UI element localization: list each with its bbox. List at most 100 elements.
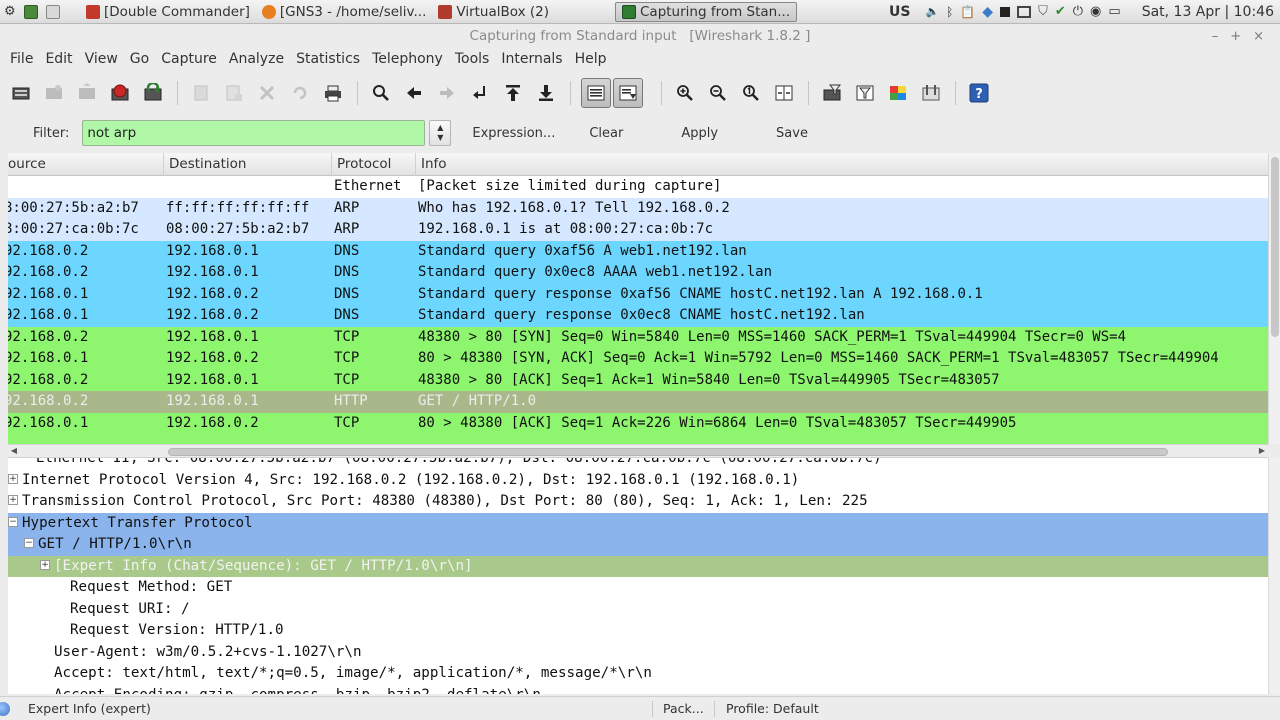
menu-file[interactable]: File [8,51,39,67]
start-capture-button[interactable] [74,80,100,106]
clock[interactable]: Sat, 13 Apr | 10:46 [1142,4,1274,20]
interface-list-button[interactable] [8,80,34,106]
collapse-icon[interactable]: − [8,516,18,527]
packet-row[interactable]: 92.168.0.1 192.168.0.2 TCP 80 > 48380 [ACK]… [8,412,1268,434]
resize-columns-button[interactable] [771,80,797,106]
detail-tree-item[interactable]: + Internet Protocol Version 4, Src: 192.1… [8,469,1268,491]
detail-tree-item[interactable]: Accept: text/html, text/*;q=0.5, image/*… [8,663,1268,685]
packet-row[interactable]: 92.168.0.2 192.168.0.1 DNS Standard query 0… [8,240,1268,262]
expert-info-icon[interactable] [0,702,10,716]
menu-statistics[interactable]: Statistics [290,51,366,67]
packet-row[interactable]: 92.168.0.2 192.168.0.1 TCP 48380 > 80 [ACK]… [8,369,1268,391]
settings-icon[interactable]: ⚙ [4,4,16,19]
detail-tree-item[interactable]: − GET / HTTP/1.0\r\n [8,534,1268,556]
detail-tree-item[interactable]: Accept-Encoding: gzip, compress, bzip, b… [8,684,1268,694]
menu-edit[interactable]: Edit [39,51,78,67]
task-gns3[interactable]: [GNS3 - /home/seliv... [256,2,432,22]
minimize-icon[interactable]: – [1212,29,1219,44]
menu-analyze[interactable]: Analyze [223,51,290,67]
packet-row-partial[interactable] [8,434,1268,444]
scroll-right-icon[interactable]: ▶ [1256,445,1268,457]
menu-internals[interactable]: Internals [495,51,568,67]
scrollbar-thumb[interactable] [168,448,1168,456]
display-filters-button[interactable] [852,80,878,106]
task-virtualbox[interactable]: VirtualBox (2) [432,2,555,22]
keyboard-layout[interactable]: US [889,4,910,20]
column-protocol[interactable]: Protocol [331,153,415,176]
packet-row[interactable]: 92.168.0.1 192.168.0.2 DNS Standard query r… [8,305,1268,327]
square-icon[interactable] [1000,6,1011,17]
find-packet-button[interactable] [368,80,394,106]
zoom-in-button[interactable] [672,80,698,106]
menu-telephony[interactable]: Telephony [366,51,449,67]
detail-tree-item[interactable]: User-Agent: w3m/0.5.2+cvs-1.1027\r\n [8,641,1268,663]
capture-filters-button[interactable] [819,80,845,106]
status-expert-info[interactable]: Expert Info (expert) [28,701,151,716]
packet-row[interactable]: Ethernet [Packet size limited during capt… [8,176,1268,198]
power-icon[interactable]: ⏻ [1073,4,1083,19]
expression-button[interactable]: Expression... [465,126,562,141]
menu-view[interactable]: View [79,51,124,67]
packet-row[interactable]: 92.168.0.1 192.168.0.2 DNS Standard query r… [8,283,1268,305]
capture-options-button[interactable] [41,80,67,106]
stop-capture-button[interactable] [107,80,133,106]
expand-icon[interactable]: + [8,495,18,505]
scrollbar-thumb[interactable] [1271,157,1279,337]
colorize-toggle[interactable] [581,78,611,108]
bluetooth-icon[interactable]: ᛒ [946,5,953,19]
monitor-icon[interactable] [1017,5,1032,18]
menu-go[interactable]: Go [124,51,155,67]
window-list-icon[interactable] [45,4,60,19]
expand-icon[interactable]: + [40,559,50,570]
packet-list-scrollbar[interactable] [1268,153,1280,444]
packet-list[interactable]: Ethernet [Packet size limited during capt… [8,176,1268,444]
save-file-button[interactable] [221,80,247,106]
packet-row[interactable]: 8:00:27:5b:a2:b7 ff:ff:ff:ff:ff:ff ARP Who … [8,197,1268,219]
filter-dropdown[interactable]: ▲ ▼ [429,120,452,146]
detail-tree-item[interactable]: Ethernet II, Src: 08:00:27:5b:a2:b7 (08:… [8,458,1268,470]
auto-scroll-toggle[interactable] [613,78,643,108]
detail-tree-item[interactable]: Request Method: GET [8,577,1268,599]
detail-tree-item[interactable]: + Transmission Control Protocol, Src Port… [8,491,1268,513]
detail-tree-item[interactable]: Request Version: HTTP/1.0 [8,620,1268,642]
packet-row[interactable]: 92.168.0.2 192.168.0.1 TCP 48380 > 80 [SYN]… [8,326,1268,348]
detail-tree-item[interactable]: Request URI: / [8,598,1268,620]
column-source[interactable]: ource [3,153,163,176]
network-icon[interactable]: ◉ [1090,4,1101,19]
apply-button[interactable]: Apply [674,126,725,141]
preferences-button[interactable] [918,80,944,106]
coloring-rules-button[interactable] [885,80,911,106]
clear-button[interactable]: Clear [582,126,630,141]
restart-capture-button[interactable] [140,80,166,106]
reload-button[interactable] [287,80,313,106]
save-button[interactable]: Save [769,126,815,141]
pane-splitter-scrollbar[interactable]: ◀ ▶ [8,444,1268,458]
battery-icon[interactable]: ▭ [1108,4,1120,19]
packet-details-tree[interactable]: Ethernet II, Src: 08:00:27:5b:a2:b7 (08:… [8,458,1268,694]
help-button[interactable]: ? [966,80,992,106]
task-double-commander[interactable]: [Double Commander] [80,2,256,22]
print-button[interactable] [320,80,346,106]
window-titlebar[interactable]: Capturing from Standard input [Wireshark… [8,24,1272,48]
task-wireshark[interactable]: Capturing from Stan... [615,1,798,22]
packet-row[interactable]: 92.168.0.2 192.168.0.1 DNS Standard query 0… [8,262,1268,284]
collapse-icon[interactable]: − [24,538,34,548]
go-to-packet-button[interactable] [467,80,493,106]
zoom-out-button[interactable] [705,80,731,106]
close-file-button[interactable] [254,80,280,106]
column-info[interactable]: Info [415,153,1268,176]
maximize-icon[interactable]: + [1230,29,1241,44]
expand-icon[interactable]: + [8,473,18,484]
open-file-button[interactable] [188,80,214,106]
packet-row[interactable]: 92.168.0.2 192.168.0.1 HTTP GET / HTTP/1.0 [8,391,1268,413]
terminal-icon[interactable] [23,4,38,19]
normal-size-button[interactable] [738,80,764,106]
dropbox-icon[interactable]: ◆ [982,4,993,20]
menu-help[interactable]: Help [569,51,613,67]
go-first-button[interactable] [500,80,526,106]
details-scrollbar[interactable] [1268,458,1280,694]
filter-input[interactable] [82,120,426,146]
go-last-button[interactable] [533,80,559,106]
scroll-left-icon[interactable]: ◀ [8,445,20,457]
column-destination[interactable]: Destination [163,153,331,176]
